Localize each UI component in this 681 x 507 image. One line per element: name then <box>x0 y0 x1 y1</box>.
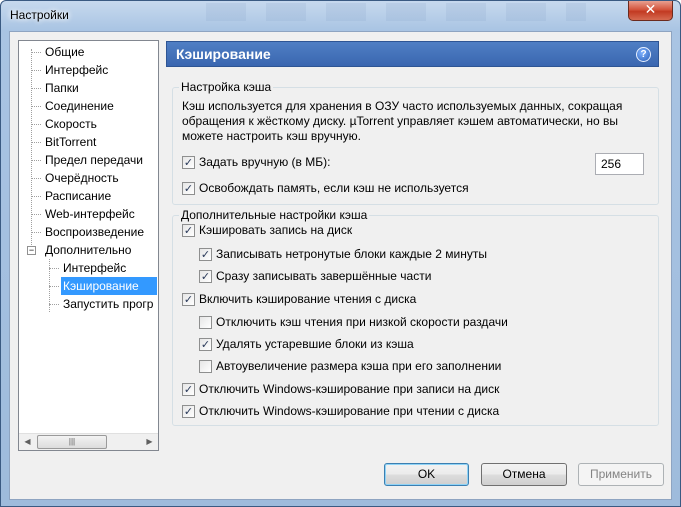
title-bar[interactable]: Настройки ✕ <box>1 1 680 31</box>
disable-windows-read-cache-label: Отключить Windows-кэширование при чтении… <box>199 404 500 418</box>
dialog-client-area: Общие Интерфейс Папки Соединение Скорост… <box>9 31 672 500</box>
window-title: Настройки <box>10 8 69 22</box>
checkbox-unchecked-icon <box>199 360 212 373</box>
checkbox-checked-icon: ✓ <box>182 156 195 169</box>
tree-item-transfer-cap[interactable]: Предел передачи <box>43 151 145 169</box>
disable-windows-write-cache-checkbox[interactable]: ✓ Отключить Windows-кэширование при запи… <box>182 382 499 398</box>
tree-item-ui-extras[interactable]: Интерфейс <box>61 259 128 277</box>
checkbox-checked-icon: ✓ <box>199 338 212 351</box>
checkbox-unchecked-icon <box>199 316 212 329</box>
collapse-icon[interactable]: − <box>27 246 36 255</box>
write-untouched-blocks-checkbox[interactable]: ✓ Записывать нетронутые блоки каждые 2 м… <box>199 247 487 263</box>
checkbox-checked-icon: ✓ <box>182 383 195 396</box>
checkbox-checked-icon: ✓ <box>182 405 195 418</box>
tree-item-scheduler[interactable]: Расписание <box>43 187 113 205</box>
disable-read-cache-slow-upload-checkbox[interactable]: Отключить кэш чтения при низкой скорости… <box>199 315 508 331</box>
settings-tree[interactable]: Общие Интерфейс Папки Соединение Скорост… <box>18 40 159 451</box>
tree-item-run-program[interactable]: Запустить прогр <box>61 295 155 313</box>
tree-horizontal-scrollbar[interactable]: ◀ ||| ▶ <box>19 433 158 450</box>
checkbox-checked-icon: ✓ <box>182 224 195 237</box>
manual-cache-size-checkbox[interactable]: ✓ Задать вручную (в МБ): <box>182 155 330 171</box>
tree-item-playback[interactable]: Воспроизведение <box>43 223 146 241</box>
apply-button[interactable]: Применить <box>578 463 664 486</box>
cache-description-line-2: обращения к жёсткому диску. µTorrent упр… <box>182 114 618 128</box>
tree-item-queueing[interactable]: Очерёдность <box>43 169 121 187</box>
close-icon: ✕ <box>644 2 657 18</box>
checkbox-checked-icon: ✓ <box>199 270 212 283</box>
tree-item-advanced[interactable]: Дополнительно <box>43 241 133 259</box>
cache-description-line-3: можете настроить кэш вручную. <box>182 129 361 143</box>
checkbox-checked-icon: ✓ <box>199 248 212 261</box>
cache-settings-label: Настройка кэша <box>179 80 274 94</box>
scroll-left-icon[interactable]: ◀ <box>19 434 36 450</box>
disable-windows-write-cache-label: Отключить Windows-кэширование при записи… <box>199 382 500 396</box>
free-memory-label: Освобождать память, если кэш не использу… <box>199 181 469 195</box>
auto-grow-cache-label: Автоувеличение размера кэша при его запо… <box>216 359 502 373</box>
tree-item-web-ui[interactable]: Web-интерфейс <box>43 205 137 223</box>
write-finished-pieces-checkbox[interactable]: ✓ Сразу записывать завершённые части <box>199 269 431 285</box>
tree-item-interface[interactable]: Интерфейс <box>43 61 110 79</box>
remove-old-blocks-checkbox[interactable]: ✓ Удалять устаревшие блоки из кэша <box>199 337 414 353</box>
section-title: Кэширование <box>176 46 271 62</box>
scroll-right-icon[interactable]: ▶ <box>141 434 158 450</box>
tree-item-speed[interactable]: Скорость <box>43 115 99 133</box>
cache-size-input[interactable]: 256 <box>595 153 644 175</box>
tree-item-connection[interactable]: Соединение <box>43 97 116 115</box>
cache-description-line-1: Кэш используется для хранения в ОЗУ част… <box>182 99 623 113</box>
cancel-button[interactable]: Отмена <box>481 463 567 486</box>
write-finished-pieces-label: Сразу записывать завершённые части <box>216 269 432 283</box>
settings-window: Настройки ✕ Общие Интерфейс Папки Соедин… <box>0 0 681 507</box>
free-memory-checkbox[interactable]: ✓ Освобождать память, если кэш не исполь… <box>182 181 469 197</box>
read-cache-label: Включить кэширование чтения с диска <box>199 292 417 306</box>
section-header: Кэширование ? <box>166 41 659 67</box>
background-window-ghost <box>206 3 586 21</box>
ok-button[interactable]: OK <box>384 463 469 486</box>
write-untouched-blocks-label: Записывать нетронутые блоки каждые 2 мин… <box>216 247 487 261</box>
read-cache-checkbox[interactable]: ✓ Включить кэширование чтения с диска <box>182 292 416 308</box>
tree-item-bittorrent[interactable]: BitTorrent <box>43 133 98 151</box>
write-cache-checkbox[interactable]: ✓ Кэшировать запись на диск <box>182 223 352 239</box>
remove-old-blocks-label: Удалять устаревшие блоки из кэша <box>216 337 414 351</box>
write-cache-label: Кэшировать запись на диск <box>199 223 353 237</box>
help-icon[interactable]: ? <box>636 47 651 62</box>
tree-item-caching[interactable]: Кэширование <box>61 277 157 295</box>
disable-windows-read-cache-checkbox[interactable]: ✓ Отключить Windows-кэширование при чтен… <box>182 404 499 420</box>
tree-item-folders[interactable]: Папки <box>43 79 81 97</box>
close-button[interactable]: ✕ <box>628 1 673 21</box>
manual-cache-size-label: Задать вручную (в МБ): <box>199 155 331 169</box>
checkbox-checked-icon: ✓ <box>182 182 195 195</box>
advanced-cache-label: Дополнительные настройки кэша <box>179 208 370 222</box>
scrollbar-thumb[interactable]: ||| <box>37 435 107 449</box>
checkbox-checked-icon: ✓ <box>182 293 195 306</box>
auto-grow-cache-checkbox[interactable]: Автоувеличение размера кэша при его запо… <box>199 359 501 375</box>
tree-item-general[interactable]: Общие <box>43 43 86 61</box>
disable-read-cache-slow-upload-label: Отключить кэш чтения при низкой скорости… <box>216 315 508 329</box>
